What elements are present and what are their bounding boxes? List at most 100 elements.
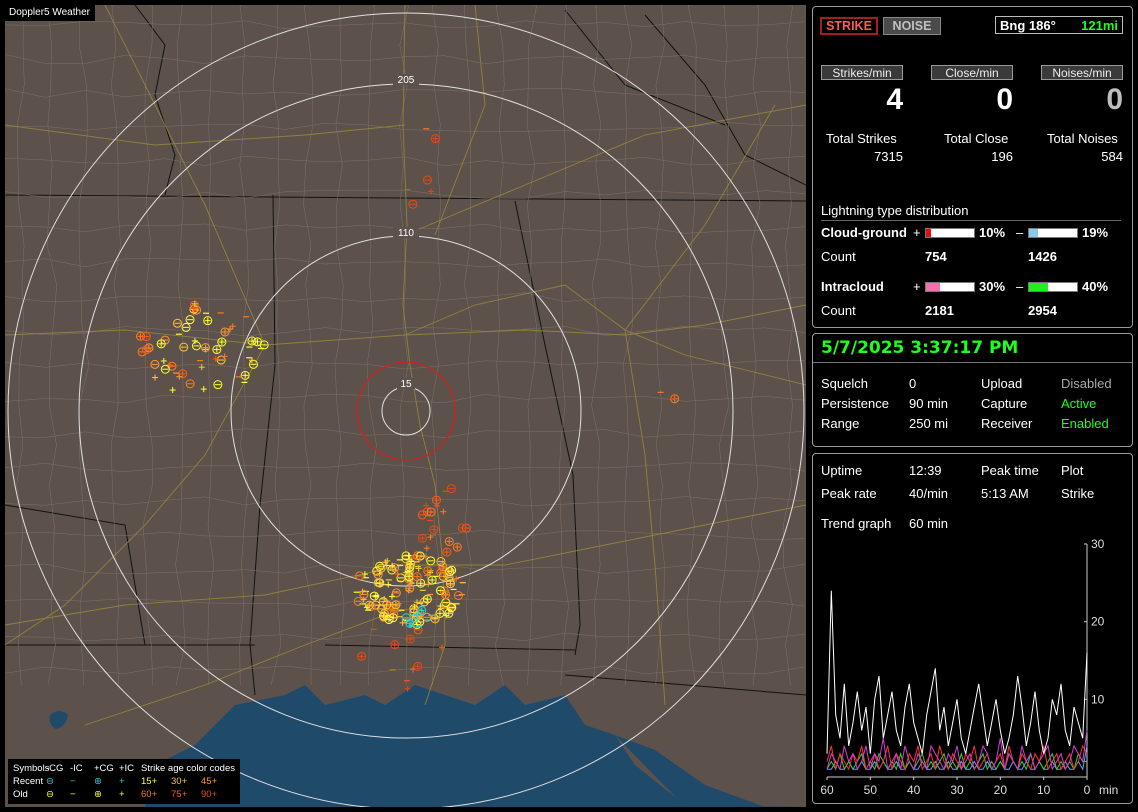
y-tick-label: 30 [1091,537,1105,551]
ic-plus-percent: 30% [979,279,1006,294]
capture-label: Capture [981,396,1028,411]
peak-time-label: Peak time [981,463,1039,478]
x-tick-label: 0 [1084,783,1091,797]
trend-series-line [826,590,1088,754]
total-close-label: Total Close [944,131,1009,146]
neg-ic-old-icon: − [70,789,76,800]
strikes-per-min-button[interactable]: Strikes/min [821,65,903,80]
x-tick-label: 60 [820,783,834,797]
noises-per-min-button[interactable]: Noises/min [1041,65,1123,80]
strike-markers [135,128,680,692]
uptime-label: Uptime [821,463,863,478]
cg-plus-percent: 10% [979,225,1006,240]
persistence-value[interactable]: 90 min [909,396,948,411]
cg-minus-bar [1028,228,1078,238]
radar-map[interactable]: 205 110 15 Doppler5 Weather Symbols -CG … [5,5,806,807]
legend-header-age: Strike age color codes [141,763,235,774]
cg-plus-bar [925,228,975,238]
age-75: 75+ [171,789,188,800]
lake [49,711,68,729]
ic-plus-sign: + [913,279,921,294]
legend-row-recent: Recent [13,776,44,787]
strike-indicator[interactable]: STRIKE [820,17,878,35]
cg-minus-count: 1426 [1028,249,1057,264]
age-90: 90+ [201,789,218,800]
upload-value[interactable]: Disabled [1061,376,1112,391]
total-close-value: 196 [991,149,1013,164]
ic-plus-count: 2181 [925,303,954,318]
cg-plus-sign: + [913,225,921,240]
map-title: Doppler5 Weather [5,5,95,21]
pos-cg-recent-icon: ⊕ [94,776,102,787]
trend-graph: 30 20 10 60 50 40 30 20 10 0 min [820,537,1118,797]
total-noises-label: Total Noises [1047,131,1118,146]
map-canvas[interactable]: 205 110 15 [5,5,806,807]
uptime-value: 12:39 [909,463,942,478]
ic-minus-sign: – [1016,279,1024,294]
squelch-label: Squelch [821,376,868,391]
trend-graph-value[interactable]: 60 min [909,516,948,531]
range-label-110: 110 [398,228,414,239]
range-label: Range [821,416,860,431]
range-value[interactable]: 250 mi [909,416,948,431]
plot-label: Plot [1061,463,1084,478]
receiver-value[interactable]: Enabled [1061,416,1109,431]
bearing-value: Bng 186° [1000,18,1056,33]
ic-count-label: Count [821,303,856,318]
receiver-label: Receiver [981,416,1033,431]
pos-ic-old-icon: + [119,789,125,800]
cg-plus-count: 754 [925,249,947,264]
age-15: 15+ [141,776,158,787]
ic-minus-bar [1028,282,1078,292]
squelch-value[interactable]: 0 [909,376,916,391]
peak-rate-label: Peak rate [821,486,877,501]
legend-row-old: Old [13,789,28,800]
range-label-205: 205 [398,75,415,86]
x-tick-label: 20 [994,783,1008,797]
capture-value[interactable]: Active [1061,396,1096,411]
cg-minus-percent: 19% [1082,225,1109,240]
trend-series-line [826,744,1088,771]
intracloud-label: Intracloud [821,279,884,294]
neg-cg-old-icon: ⊖ [46,789,54,800]
total-strikes-value: 7315 [874,149,903,164]
cg-count-label: Count [821,249,856,264]
x-tick-label: 50 [864,783,878,797]
pos-cg-old-icon: ⊕ [94,789,102,800]
legend-header-neg-cg: -CG [46,763,64,774]
x-tick-label: 40 [907,783,921,797]
plot-value[interactable]: Strike [1061,486,1094,501]
county-lines [5,5,806,686]
close-per-min-value: 0 [996,83,1013,116]
ic-plus-bar [925,282,975,292]
ic-minus-count: 2954 [1028,303,1057,318]
age-60: 60+ [141,789,158,800]
persistence-label: Persistence [821,396,889,411]
legend-header-neg-ic: -IC [70,763,83,774]
settings-panel: 5/7/2025 3:37:17 PM Squelch 0 Upload Dis… [812,333,1133,447]
strike-status-panel: STRIKE NOISE Bng 186° 121mi Strikes/min … [812,6,1133,328]
age-30: 30+ [171,776,188,787]
cg-minus-sign: – [1016,225,1024,240]
noises-per-min-value: 0 [1106,83,1123,116]
age-45: 45+ [201,776,218,787]
current-datetime: 5/7/2025 3:37:17 PM [821,338,1019,358]
range-rings [7,12,805,807]
x-unit-label: min [1099,783,1118,797]
stats-panel: Uptime 12:39 Peak time Plot Peak rate 40… [812,453,1133,804]
trend-series-line [827,745,1088,771]
total-strikes-label: Total Strikes [826,131,897,146]
close-per-min-button[interactable]: Close/min [931,65,1013,80]
distance-value: 121mi [1081,18,1118,33]
legend-header-pos-cg: +CG [94,763,114,774]
noise-indicator[interactable]: NOISE [883,17,941,35]
distribution-title: Lightning type distribution [821,203,1121,221]
upload-label: Upload [981,376,1023,391]
total-noises-value: 584 [1101,149,1123,164]
y-tick-label: 10 [1091,692,1105,706]
state-borders [5,5,806,696]
trend-graph-label: Trend graph [821,516,892,531]
y-tick-label: 20 [1091,615,1105,629]
peak-time-value: 5:13 AM [981,486,1029,501]
strikes-per-min-value: 4 [886,83,903,116]
